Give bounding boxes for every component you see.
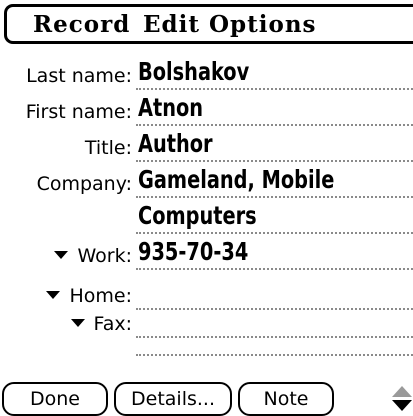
menu-record[interactable]: Record <box>33 10 130 40</box>
work-field[interactable]: 935-70-34 <box>136 232 413 270</box>
triangle-down-icon <box>54 251 69 259</box>
work-label: Work: <box>77 245 132 267</box>
menu-edit[interactable]: Edit <box>143 10 200 40</box>
company-value-line2: Computers <box>138 201 257 230</box>
work-label-picker[interactable]: Work: <box>54 245 132 267</box>
last-name-field[interactable]: Bolshakov <box>136 52 413 90</box>
row-company-continued: Computers <box>0 198 413 234</box>
first-name-label: First name: <box>25 101 132 123</box>
company-field-line2[interactable]: Computers <box>136 196 413 234</box>
scroll-up-icon[interactable] <box>392 386 412 397</box>
row-last-name: Last name: Bolshakov <box>0 54 413 90</box>
work-value: 935-70-34 <box>138 237 249 266</box>
row-company: Company: Gameland, Mobile <box>0 162 413 198</box>
menu-bar: Record Edit Options <box>4 4 413 44</box>
row-title: Title: Author <box>0 126 413 162</box>
scroll-down-icon[interactable] <box>392 400 412 411</box>
note-button[interactable]: Note <box>238 382 334 416</box>
row-work: Work: 935-70-34 <box>0 234 413 270</box>
row-extra <box>0 320 413 356</box>
title-label: Title: <box>84 137 132 159</box>
first-name-field[interactable]: Atnon <box>136 88 413 126</box>
first-name-value: Atnon <box>138 93 204 122</box>
scroll-arrows-icon[interactable] <box>390 384 412 414</box>
title-value: Author <box>138 129 213 158</box>
company-label: Company: <box>36 173 132 195</box>
last-name-value: Bolshakov <box>138 57 250 86</box>
menu-options[interactable]: Options <box>209 10 317 40</box>
details-button[interactable]: Details... <box>114 382 232 416</box>
last-name-label: Last name: <box>26 65 132 87</box>
triangle-down-icon <box>46 291 61 299</box>
company-value-line1: Gameland, Mobile <box>138 165 335 194</box>
done-button[interactable]: Done <box>2 382 108 416</box>
row-first-name: First name: Atnon <box>0 90 413 126</box>
company-field[interactable]: Gameland, Mobile <box>136 160 413 198</box>
title-field[interactable]: Author <box>136 124 413 162</box>
extra-field[interactable] <box>136 318 413 356</box>
